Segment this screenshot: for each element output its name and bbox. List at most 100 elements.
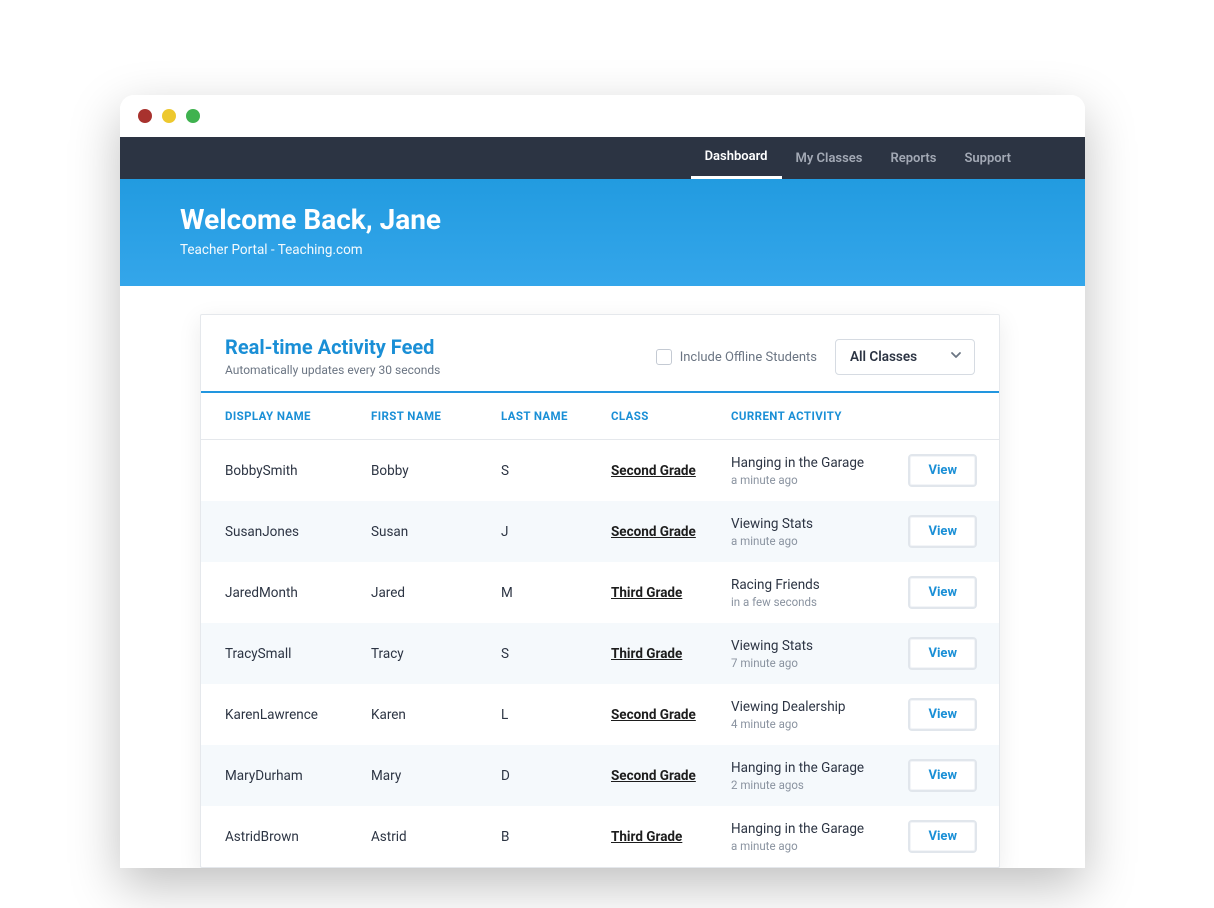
activity-time: a minute ago [731, 534, 888, 548]
class-link[interactable]: Second Grade [611, 524, 696, 540]
col-current-activity[interactable]: CURRENT ACTIVITY [721, 393, 898, 440]
cell-first-name: Bobby [361, 440, 491, 502]
col-first-name[interactable]: FIRST NAME [361, 393, 491, 440]
col-action [898, 393, 999, 440]
activity-time: 7 minute ago [731, 656, 888, 670]
hero-banner: Welcome Back, Jane Teacher Portal - Teac… [120, 179, 1085, 286]
cell-last-name: S [491, 623, 601, 684]
activity-table: DISPLAY NAME FIRST NAME LAST NAME CLASS … [201, 393, 999, 867]
cell-activity: Hanging in the Garage 2 minute agos [721, 745, 898, 806]
cell-activity: Viewing Stats a minute ago [721, 501, 898, 562]
cell-display-name: JaredMonth [201, 562, 361, 623]
nav-my-classes[interactable]: My Classes [782, 137, 877, 179]
view-button[interactable]: View [908, 454, 977, 487]
cell-first-name: Jared [361, 562, 491, 623]
header-controls: Include Offline Students All Classes [656, 335, 975, 375]
class-link[interactable]: Second Grade [611, 463, 696, 479]
cell-action: View [898, 745, 999, 806]
cell-display-name: AstridBrown [201, 806, 361, 867]
cell-display-name: TracySmall [201, 623, 361, 684]
view-button[interactable]: View [908, 515, 977, 548]
cell-display-name: BobbySmith [201, 440, 361, 502]
activity-name: Racing Friends [731, 577, 888, 593]
col-display-name[interactable]: DISPLAY NAME [201, 393, 361, 440]
view-button[interactable]: View [908, 820, 977, 853]
cell-display-name: MaryDurham [201, 745, 361, 806]
view-button[interactable]: View [908, 698, 977, 731]
activity-name: Viewing Stats [731, 516, 888, 532]
class-filter-value: All Classes [850, 349, 917, 365]
cell-first-name: Susan [361, 501, 491, 562]
include-offline-label: Include Offline Students [680, 350, 817, 365]
cell-class: Second Grade [601, 440, 721, 502]
cell-last-name: B [491, 806, 601, 867]
activity-name: Viewing Stats [731, 638, 888, 654]
activity-name: Hanging in the Garage [731, 821, 888, 837]
cell-display-name: SusanJones [201, 501, 361, 562]
view-button[interactable]: View [908, 759, 977, 792]
cell-last-name: M [491, 562, 601, 623]
activity-feed-card: Real-time Activity Feed Automatically up… [200, 314, 1000, 868]
cell-class: Third Grade [601, 562, 721, 623]
activity-name: Viewing Dealership [731, 699, 888, 715]
card-title: Real-time Activity Feed [225, 335, 440, 359]
col-class[interactable]: CLASS [601, 393, 721, 440]
cell-class: Second Grade [601, 745, 721, 806]
close-window-icon[interactable] [138, 109, 152, 123]
maximize-window-icon[interactable] [186, 109, 200, 123]
table-row: JaredMonthJaredM Third Grade Racing Friend… [201, 562, 999, 623]
cell-action: View [898, 440, 999, 502]
table-row: MaryDurhamMaryD Second Grade Hanging in th… [201, 745, 999, 806]
cell-first-name: Mary [361, 745, 491, 806]
class-link[interactable]: Third Grade [611, 829, 682, 845]
main-nav: Dashboard My Classes Reports Support [120, 137, 1085, 179]
cell-first-name: Astrid [361, 806, 491, 867]
page-title: Welcome Back, Jane [180, 203, 1025, 236]
table-row: AstridBrownAstridB Third Grade Hanging in … [201, 806, 999, 867]
cell-last-name: J [491, 501, 601, 562]
cell-activity: Racing Friends in a few seconds [721, 562, 898, 623]
include-offline-checkbox[interactable]: Include Offline Students [656, 349, 817, 365]
view-button[interactable]: View [908, 637, 977, 670]
class-link[interactable]: Second Grade [611, 707, 696, 723]
table-row: BobbySmithBobbyS Second Grade Hanging in t… [201, 440, 999, 502]
activity-time: in a few seconds [731, 595, 888, 609]
activity-name: Hanging in the Garage [731, 455, 888, 471]
col-last-name[interactable]: LAST NAME [491, 393, 601, 440]
cell-last-name: S [491, 440, 601, 502]
chevron-down-icon [950, 349, 962, 365]
card-header: Real-time Activity Feed Automatically up… [201, 315, 999, 393]
activity-time: a minute ago [731, 839, 888, 853]
class-link[interactable]: Third Grade [611, 646, 682, 662]
class-link[interactable]: Second Grade [611, 768, 696, 784]
cell-class: Third Grade [601, 806, 721, 867]
activity-name: Hanging in the Garage [731, 760, 888, 776]
view-button[interactable]: View [908, 576, 977, 609]
class-filter-select[interactable]: All Classes [835, 339, 975, 375]
checkbox-icon [656, 349, 672, 365]
cell-first-name: Karen [361, 684, 491, 745]
cell-display-name: KarenLawrence [201, 684, 361, 745]
cell-class: Third Grade [601, 623, 721, 684]
app-window: Dashboard My Classes Reports Support Wel… [120, 95, 1085, 868]
nav-dashboard[interactable]: Dashboard [691, 137, 782, 179]
activity-time: 2 minute agos [731, 778, 888, 792]
cell-last-name: D [491, 745, 601, 806]
cell-action: View [898, 501, 999, 562]
class-link[interactable]: Third Grade [611, 585, 682, 601]
activity-time: 4 minute ago [731, 717, 888, 731]
cell-action: View [898, 562, 999, 623]
table-row: KarenLawrenceKarenLSecond GradeViewing D… [201, 684, 999, 745]
nav-support[interactable]: Support [950, 137, 1025, 179]
cell-activity: Hanging in the Garage a minute ago [721, 806, 898, 867]
cell-action: View [898, 806, 999, 867]
activity-time: a minute ago [731, 473, 888, 487]
cell-activity: Hanging in the Garage a minute ago [721, 440, 898, 502]
content-area: Real-time Activity Feed Automatically up… [120, 286, 1085, 868]
card-subtitle: Automatically updates every 30 seconds [225, 363, 440, 377]
cell-class: Second Grade [601, 684, 721, 745]
nav-reports[interactable]: Reports [876, 137, 950, 179]
minimize-window-icon[interactable] [162, 109, 176, 123]
cell-action: View [898, 684, 999, 745]
cell-first-name: Tracy [361, 623, 491, 684]
